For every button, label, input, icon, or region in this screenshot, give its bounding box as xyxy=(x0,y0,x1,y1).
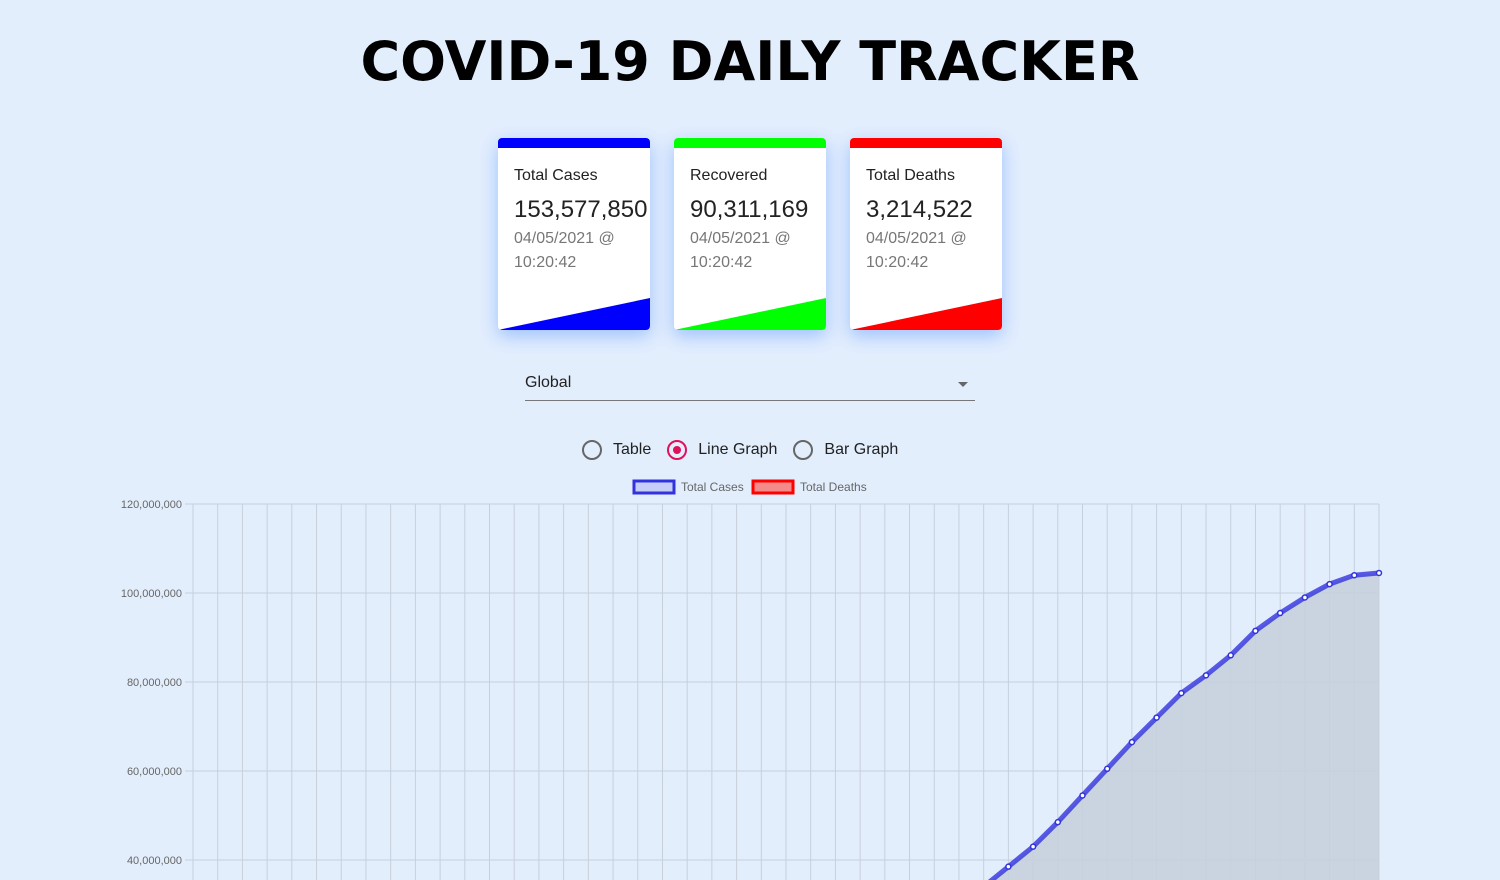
page-title: COVID-19 DAILY TRACKER xyxy=(360,30,1140,93)
country-select[interactable]: Global xyxy=(525,368,975,401)
card-accent-bar xyxy=(498,138,650,148)
chevron-down-icon xyxy=(958,382,968,387)
card-time: 10:20:42 xyxy=(514,254,577,271)
y-tick-label: 100,000,000 xyxy=(121,588,182,600)
radio-circle-icon xyxy=(793,440,814,460)
card-wedge xyxy=(850,298,1002,330)
card-label: Recovered xyxy=(690,167,768,184)
radio-checked-icon xyxy=(667,440,688,460)
card-time: 10:20:42 xyxy=(690,254,753,271)
radio-line-graph[interactable]: Line Graph xyxy=(667,440,777,460)
data-point xyxy=(1103,765,1111,773)
data-point xyxy=(1276,609,1284,617)
country-select-value: Global xyxy=(525,374,572,391)
card-total-cases[interactable]: Total Cases 153,577,850 04/05/2021 @ 10:… xyxy=(498,138,650,330)
card-timestamp: 04/05/2021 @ 10:20:42 xyxy=(514,227,644,275)
view-toggle: Table Line Graph Bar Graph xyxy=(582,440,914,460)
card-timestamp: 04/05/2021 @ 10:20:42 xyxy=(866,227,996,275)
data-point xyxy=(1326,580,1333,588)
card-wedge xyxy=(498,298,650,330)
card-label: Total Deaths xyxy=(866,167,955,184)
card-value: 153,577,850 xyxy=(514,196,648,223)
card-value: 3,214,522 xyxy=(866,196,973,223)
legend-swatch xyxy=(751,479,795,495)
data-point xyxy=(1227,652,1234,659)
page: COVID-19 DAILY TRACKER Total Cases 153,5… xyxy=(0,0,1500,880)
card-recovered[interactable]: Recovered 90,311,169 04/05/2021 @ 10:20:… xyxy=(674,138,826,330)
card-date: 04/05/2021 @ xyxy=(514,230,615,247)
radio-circle-icon xyxy=(582,440,602,460)
data-point xyxy=(1153,714,1160,721)
y-tick-label: 120,000,000 xyxy=(121,499,182,511)
card-total-deaths[interactable]: Total Deaths 3,214,522 04/05/2021 @ 10:2… xyxy=(850,138,1002,330)
data-point xyxy=(1351,571,1358,579)
data-point xyxy=(1178,689,1185,697)
radio-bar-graph[interactable]: Bar Graph xyxy=(793,440,898,460)
card-label: Total Cases xyxy=(514,167,598,184)
card-time: 10:20:42 xyxy=(866,254,929,271)
card-date: 04/05/2021 @ xyxy=(866,230,967,247)
radio-label: Bar Graph xyxy=(824,441,899,458)
card-value: 90,311,169 xyxy=(690,196,809,223)
data-point xyxy=(1054,818,1062,826)
data-point xyxy=(1202,672,1210,679)
y-tick-label: 60,000,000 xyxy=(127,766,182,778)
data-point xyxy=(1029,843,1037,850)
card-date: 04/05/2021 @ xyxy=(690,230,791,247)
data-point xyxy=(1301,594,1309,601)
radio-label: Line Graph xyxy=(698,441,778,458)
data-point xyxy=(1005,863,1012,870)
legend-label: Total Deaths xyxy=(800,480,867,494)
card-wedge xyxy=(674,298,826,330)
summary-cards: Total Cases 153,577,850 04/05/2021 @ 10:… xyxy=(498,138,1002,330)
radio-label: Table xyxy=(613,441,652,458)
cases-line-chart: 120,000,000 100,000,000 80,000,000 60,000,0… xyxy=(121,479,1383,880)
data-point xyxy=(1375,569,1383,577)
data-point xyxy=(1252,627,1259,635)
card-timestamp: 04/05/2021 @ 10:20:42 xyxy=(690,227,820,275)
radio-table[interactable]: Table xyxy=(582,440,651,460)
data-point xyxy=(1079,792,1086,799)
card-accent-bar xyxy=(850,138,1002,148)
data-point xyxy=(1128,738,1136,746)
y-tick-label: 40,000,000 xyxy=(127,855,182,867)
card-accent-bar xyxy=(674,138,826,148)
y-tick-label: 80,000,000 xyxy=(127,677,182,689)
legend-label: Total Cases xyxy=(681,480,744,494)
legend-swatch xyxy=(632,479,676,495)
